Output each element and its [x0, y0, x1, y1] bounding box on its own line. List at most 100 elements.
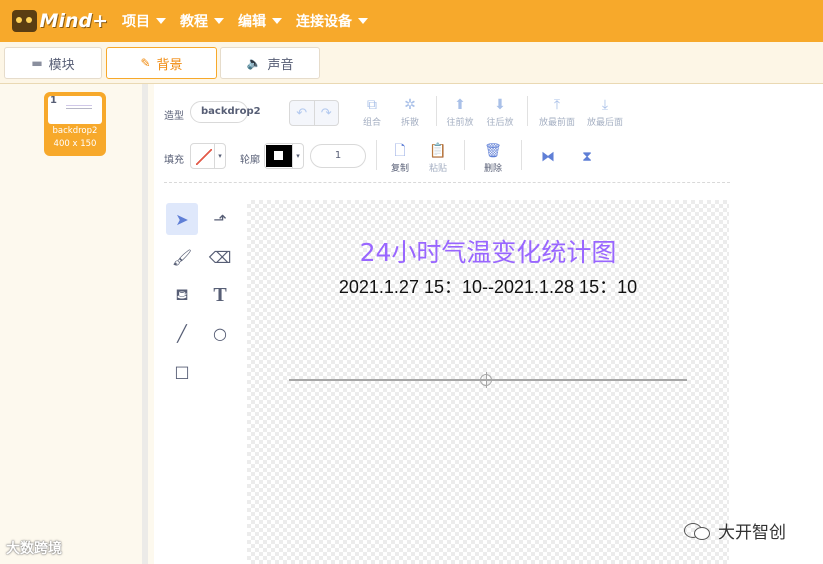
watermark-right: 大开智创 [684, 518, 786, 543]
flip-horizontal-button[interactable]: ⧓ [531, 148, 565, 167]
menu-bar: Mind+ 项目 教程 编辑 连接设备 [0, 0, 823, 42]
costume-name-label: 造型 [164, 111, 184, 122]
tab-sounds[interactable]: 🔈 声音 [220, 47, 320, 79]
group-button[interactable]: ⧉ 组合 [355, 96, 389, 128]
backward-button[interactable]: ⬇ 往后放 [483, 96, 517, 128]
canvas-center-crosshair-icon [478, 372, 494, 388]
reshape-icon: ⬏ [213, 209, 227, 229]
flip-vertical-button[interactable]: ⧗ [570, 148, 604, 167]
watermark-left: 大数跨境 [6, 541, 62, 557]
paint-canvas[interactable]: 24小时气温变化统计图 2021.1.27 15：10--2021.1.28 1… [247, 200, 729, 564]
chevron-down-icon [272, 18, 282, 24]
fill-tool[interactable]: ⛾ [166, 279, 198, 311]
circle-tool[interactable]: ○ [204, 317, 236, 349]
menu-tutorial[interactable]: 教程 [180, 0, 224, 42]
paint-bucket-icon: ⛾ [175, 284, 189, 304]
reshape-tool[interactable]: ⬏ [204, 203, 236, 235]
select-tool[interactable]: ➤ [166, 203, 198, 235]
tab-blocks[interactable]: ▬ 模块 [4, 47, 102, 79]
front-label: 放最前面 [538, 118, 575, 128]
outline-color-picker[interactable]: ▾ [264, 143, 304, 169]
line-tool[interactable]: ╱ [166, 317, 198, 349]
ungroup-button[interactable]: ✲ 拆散 [393, 96, 427, 128]
toolbar-divider [527, 96, 528, 126]
tab-backdrops[interactable]: ✎ 背景 [106, 47, 217, 79]
back-label: 放最后面 [586, 118, 623, 128]
rectangle-tool[interactable]: □ [166, 355, 198, 387]
watermark-right-label: 大开智创 [718, 523, 786, 543]
backward-label: 往后放 [486, 118, 514, 128]
tab-blocks-label: 模块 [48, 57, 75, 73]
costume-name: backdrop2 [52, 126, 98, 136]
wechat-icon [684, 521, 712, 541]
arrow-down-icon: ⬇ [494, 97, 506, 113]
editor-tabs: ▬ 模块 ✎ 背景 🔈 声音 [0, 42, 823, 84]
brush-tool[interactable]: 🖌 [166, 241, 198, 273]
app-logo[interactable]: Mind+ [12, 6, 108, 36]
paste-label: 粘贴 [428, 164, 447, 174]
paint-editor: 造型 backdrop2 ↶ ↷ ⧉ 组合 ✲ 拆散 ⬆ 往前放 ⬇ 往后放 ⤒ 放最前面… [154, 84, 823, 564]
undo-redo-group: ↶ ↷ [289, 100, 339, 126]
delete-label: 删除 [483, 164, 502, 174]
blocks-icon: ▬ [31, 56, 43, 70]
send-back-icon: ⤓ [601, 97, 609, 113]
canvas-subtitle-text: 2021.1.27 15：10--2021.1.28 15：10 [338, 277, 638, 297]
cursor-arrow-icon: ➤ [175, 209, 189, 229]
copy-button[interactable]: 🗋 复制 [383, 142, 417, 174]
bring-front-icon: ⤒ [553, 97, 561, 113]
toolbar-divider-dashed [164, 182, 730, 183]
ungroup-label: 拆散 [400, 118, 419, 128]
circle-icon: ○ [213, 323, 227, 343]
costume-list: 1 backdrop2 400 x 150 [0, 84, 148, 564]
speaker-icon: 🔈 [246, 56, 262, 70]
costume-size: 400 x 150 [53, 139, 97, 149]
logo-text: Mind+ [39, 10, 108, 32]
menu-connect-label: 连接设备 [296, 14, 352, 30]
canvas-title-text: 24小时气温变化统计图 [359, 238, 617, 267]
menu-edit-label: 编辑 [238, 14, 266, 30]
ungroup-icon: ✲ [404, 97, 416, 113]
costume-name-input[interactable]: backdrop2 [190, 101, 261, 123]
chevron-down-icon: ▾ [214, 144, 225, 168]
paste-icon: 📋 [429, 143, 447, 159]
square-icon: □ [174, 361, 190, 381]
fill-label: 填充 [164, 155, 184, 166]
tab-sounds-label: 声音 [267, 57, 294, 73]
group-icon: ⧉ [367, 97, 377, 113]
menu-project-label: 项目 [122, 14, 150, 30]
toolbar-divider [436, 96, 437, 126]
outline-width-input[interactable]: 1 [310, 144, 366, 168]
redo-icon[interactable]: ↷ [315, 101, 339, 125]
outline-label: 轮廓 [240, 155, 260, 166]
menu-tutorial-label: 教程 [180, 14, 208, 30]
costume-item-backdrop2[interactable]: 1 backdrop2 400 x 150 [44, 92, 106, 156]
outline-swatch [266, 145, 292, 167]
brush-icon: ✎ [140, 56, 151, 70]
forward-button[interactable]: ⬆ 往前放 [443, 96, 477, 128]
chevron-down-icon: ▾ [292, 144, 303, 168]
undo-icon[interactable]: ↶ [290, 101, 315, 125]
delete-button[interactable]: 🗑 删除 [476, 142, 510, 174]
toolbar-divider [464, 140, 465, 170]
arrow-up-icon: ⬆ [454, 97, 466, 113]
group-label: 组合 [362, 118, 381, 128]
eraser-tool[interactable]: ⌫ [204, 241, 236, 273]
flip-vertical-icon: ⧗ [582, 149, 592, 165]
menu-connect-device[interactable]: 连接设备 [296, 0, 368, 42]
fill-color-picker[interactable]: ▾ [190, 143, 226, 169]
send-to-back-button[interactable]: ⤓ 放最后面 [584, 96, 626, 128]
menu-project[interactable]: 项目 [122, 0, 166, 42]
text-tool[interactable]: T [204, 279, 236, 311]
chevron-down-icon [358, 18, 368, 24]
bring-to-front-button[interactable]: ⤒ 放最前面 [536, 96, 578, 128]
forward-label: 往前放 [446, 118, 474, 128]
menu-edit[interactable]: 编辑 [238, 0, 282, 42]
line-icon: ╱ [177, 323, 187, 343]
chevron-down-icon [156, 18, 166, 24]
text-icon: T [213, 283, 227, 306]
paste-button[interactable]: 📋 粘贴 [421, 142, 455, 174]
no-fill-swatch [196, 149, 212, 165]
trash-icon: 🗑 [484, 143, 502, 159]
chevron-down-icon [214, 18, 224, 24]
toolbar-divider [376, 140, 377, 170]
